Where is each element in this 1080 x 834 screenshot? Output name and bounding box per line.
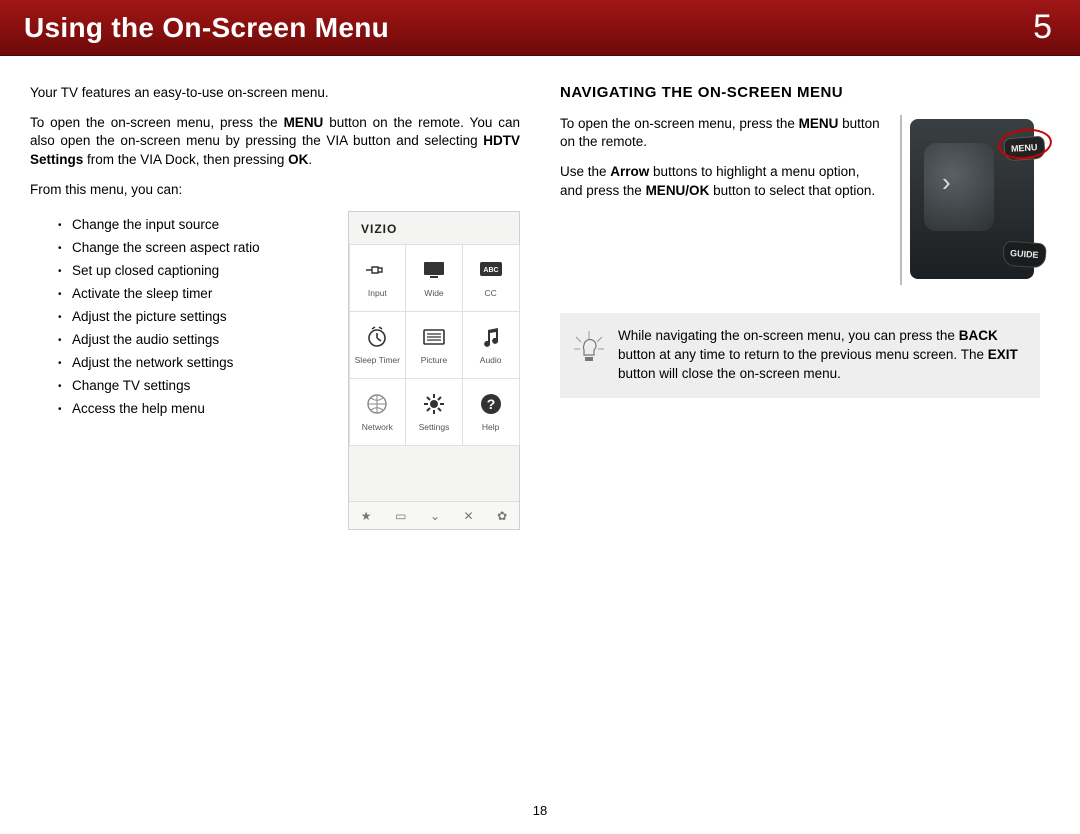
osd-cell-audio: Audio bbox=[462, 311, 520, 379]
osd-cell-settings: Settings bbox=[405, 378, 463, 446]
svg-text:?: ? bbox=[486, 396, 495, 412]
list-item: Activate the sleep timer bbox=[58, 286, 326, 301]
osd-footer-icons: ★ ▭ ⌄ ✕ ✿ bbox=[349, 501, 519, 529]
lightbulb-icon bbox=[574, 327, 604, 367]
osd-cell-cc: ABC CC bbox=[462, 244, 520, 312]
remote-guide-button: GUIDE bbox=[1003, 241, 1047, 269]
osd-cell-wide: Wide bbox=[405, 244, 463, 312]
nav-paragraph-1: To open the on-screen menu, press the ME… bbox=[560, 115, 882, 151]
intro-paragraph-3: From this menu, you can: bbox=[30, 181, 520, 199]
osd-menu-illustration: VIZIO Input Wide ABC CC bbox=[348, 211, 520, 530]
page-number: 18 bbox=[533, 803, 547, 818]
nav-paragraph-2: Use the Arrow buttons to highlight a men… bbox=[560, 163, 882, 199]
close-icon: ✕ bbox=[464, 509, 474, 523]
gear-small-icon: ✿ bbox=[497, 509, 507, 523]
tip-box: While navigating the on-screen menu, you… bbox=[560, 313, 1040, 398]
right-column: NAVIGATING THE ON-SCREEN MENU To open th… bbox=[560, 84, 1040, 530]
page-body: Your TV features an easy-to-use on-scree… bbox=[0, 56, 1080, 530]
intro-paragraph-2: To open the on-screen menu, press the ME… bbox=[30, 114, 520, 169]
chapter-number: 5 bbox=[1033, 8, 1052, 47]
svg-text:ABC: ABC bbox=[483, 267, 498, 274]
tv-icon bbox=[419, 257, 449, 283]
rect-icon: ▭ bbox=[395, 509, 406, 523]
list-item: Adjust the picture settings bbox=[58, 309, 326, 324]
list-item: Change the screen aspect ratio bbox=[58, 240, 326, 255]
dpad-icon bbox=[924, 143, 994, 231]
plug-icon bbox=[362, 257, 392, 283]
osd-cell-network: Network bbox=[349, 378, 407, 446]
list-item: Set up closed captioning bbox=[58, 263, 326, 278]
intro-paragraph-1: Your TV features an easy-to-use on-scree… bbox=[30, 84, 520, 102]
chapter-title: Using the On-Screen Menu bbox=[24, 12, 389, 44]
list-item: Access the help menu bbox=[58, 401, 326, 416]
list-item: Change the input source bbox=[58, 217, 326, 232]
section-heading: NAVIGATING THE ON-SCREEN MENU bbox=[560, 84, 1040, 101]
capabilities-list: Change the input source Change the scree… bbox=[58, 217, 326, 416]
osd-cell-input: Input bbox=[349, 244, 407, 312]
osd-cell-help: ? Help bbox=[462, 378, 520, 446]
clock-icon bbox=[362, 324, 392, 350]
chapter-banner: Using the On-Screen Menu 5 bbox=[0, 0, 1080, 56]
globe-icon bbox=[362, 391, 392, 417]
cc-icon: ABC bbox=[476, 257, 506, 283]
chevron-down-icon: ⌄ bbox=[430, 509, 440, 523]
star-icon: ★ bbox=[361, 509, 372, 523]
left-column: Your TV features an easy-to-use on-scree… bbox=[30, 84, 520, 530]
osd-cell-picture: Picture bbox=[405, 311, 463, 379]
list-item: Adjust the audio settings bbox=[58, 332, 326, 347]
question-icon: ? bbox=[476, 391, 506, 417]
picture-icon bbox=[419, 324, 449, 350]
list-item: Change TV settings bbox=[58, 378, 326, 393]
remote-illustration: MENU GUIDE bbox=[900, 115, 1040, 285]
music-note-icon bbox=[476, 324, 506, 350]
gear-icon bbox=[419, 391, 449, 417]
vizio-logo: VIZIO bbox=[349, 212, 519, 244]
list-item: Adjust the network settings bbox=[58, 355, 326, 370]
osd-cell-sleep: Sleep Timer bbox=[349, 311, 407, 379]
